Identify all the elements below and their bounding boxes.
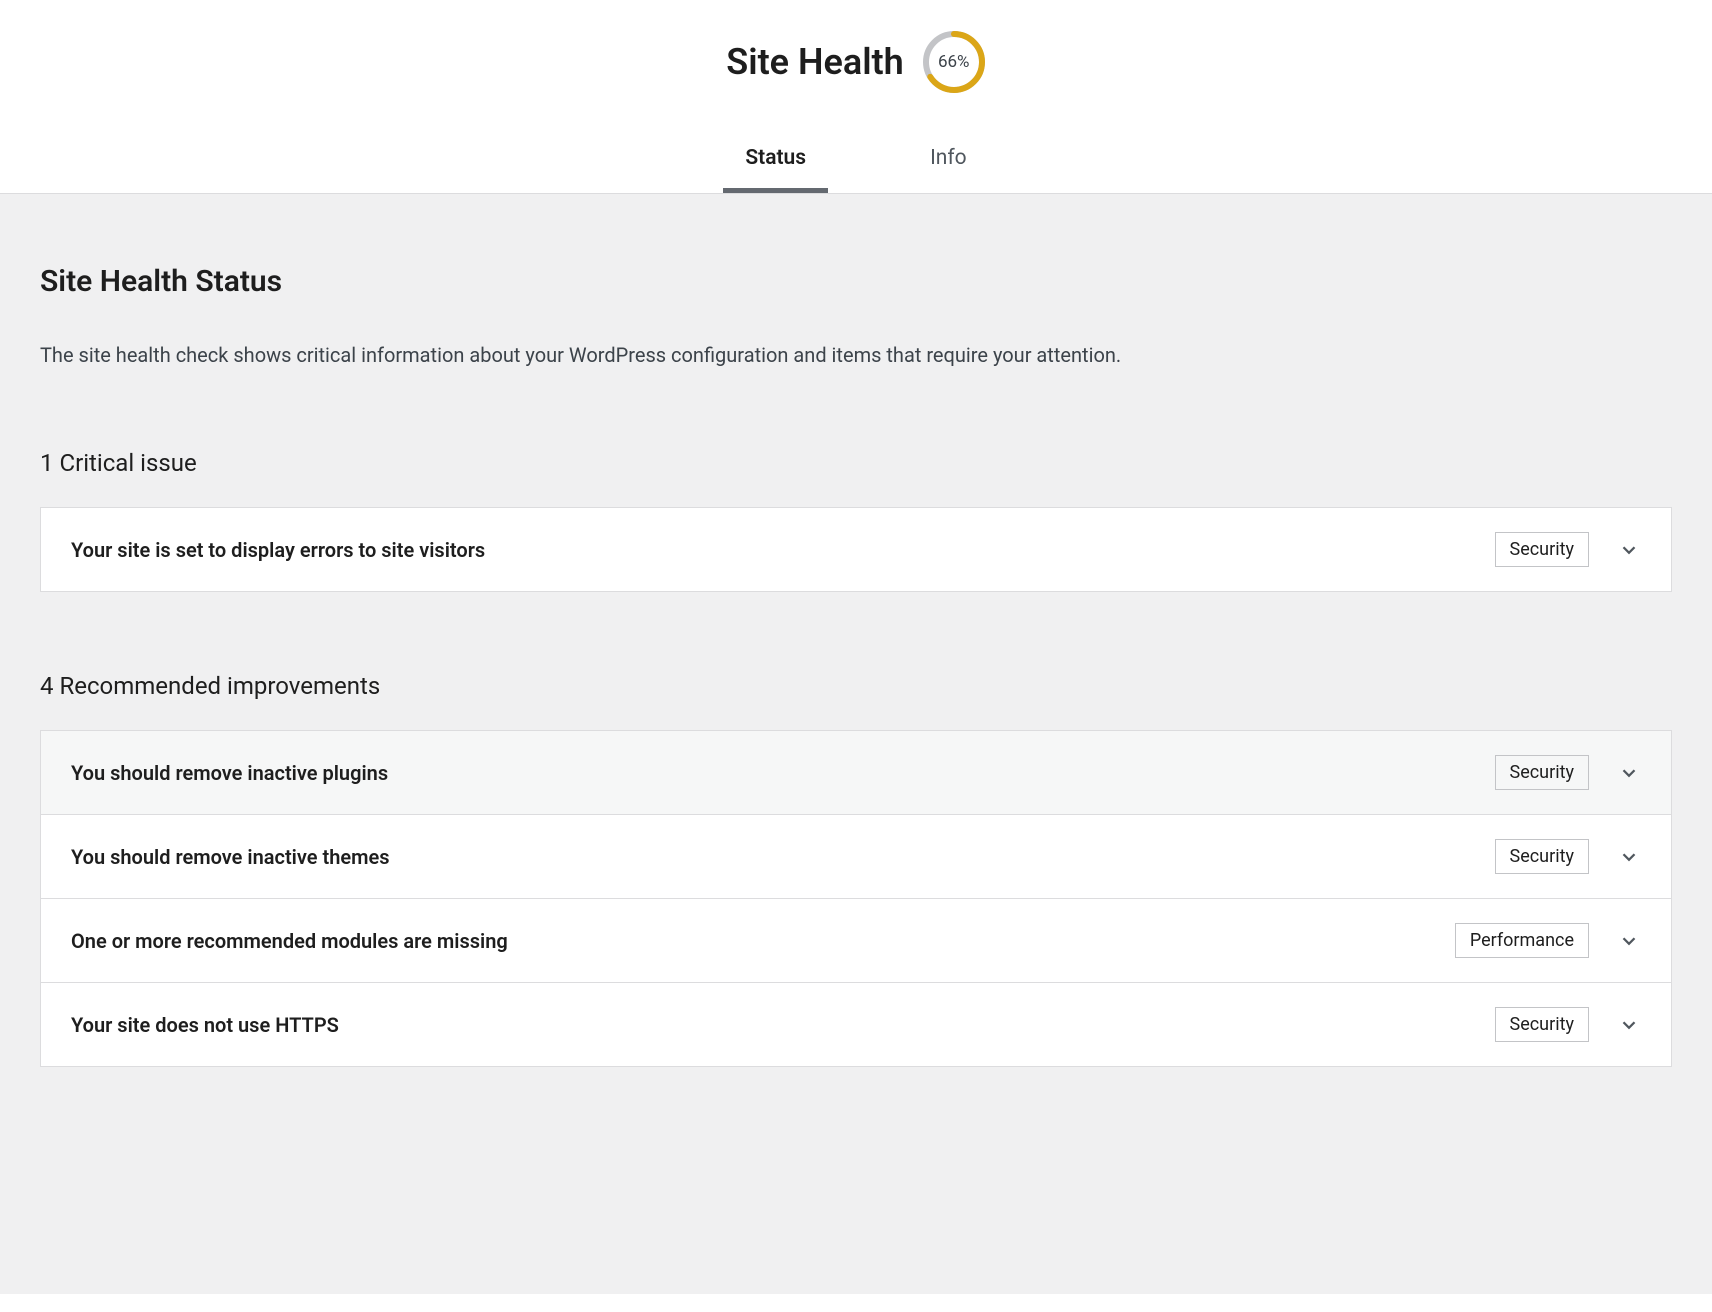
accordion-item-title: Your site does not use HTTPS [71, 1013, 339, 1037]
recommended-heading: 4 Recommended improvements [40, 672, 1672, 700]
status-heading: Site Health Status [40, 264, 1672, 299]
title-row: Site Health 66% [0, 30, 1712, 132]
accordion-item-critical-0[interactable]: Your site is set to display errors to si… [41, 508, 1671, 591]
accordion-item-recommended-1[interactable]: You should remove inactive themes Securi… [41, 815, 1671, 899]
category-badge: Security [1495, 839, 1589, 874]
critical-heading: 1 Critical issue [40, 449, 1672, 477]
accordion-item-title: One or more recommended modules are miss… [71, 929, 508, 953]
tabs: Status Info [0, 132, 1712, 193]
health-progress-ring: 66% [922, 30, 986, 94]
tab-status[interactable]: Status [723, 132, 828, 193]
chevron-down-icon [1617, 1013, 1641, 1037]
accordion-item-right: Security [1495, 839, 1641, 874]
tab-info[interactable]: Info [908, 132, 989, 193]
status-intro: The site health check shows critical inf… [40, 341, 1672, 369]
accordion-item-recommended-3[interactable]: Your site does not use HTTPS Security [41, 983, 1671, 1066]
chevron-down-icon [1617, 929, 1641, 953]
accordion-item-right: Security [1495, 1007, 1641, 1042]
accordion-item-title: You should remove inactive themes [71, 845, 390, 869]
chevron-down-icon [1617, 538, 1641, 562]
critical-accordion: Your site is set to display errors to si… [40, 507, 1672, 592]
progress-percentage-label: 66% [938, 52, 970, 72]
category-badge: Security [1495, 755, 1589, 790]
accordion-item-recommended-2[interactable]: One or more recommended modules are miss… [41, 899, 1671, 983]
page-title: Site Health [726, 41, 903, 83]
category-badge: Performance [1455, 923, 1589, 958]
accordion-item-title: Your site is set to display errors to si… [71, 538, 485, 562]
accordion-item-right: Performance [1455, 923, 1641, 958]
recommended-accordion: You should remove inactive plugins Secur… [40, 730, 1672, 1067]
accordion-item-recommended-0[interactable]: You should remove inactive plugins Secur… [41, 731, 1671, 815]
accordion-item-right: Security [1495, 532, 1641, 567]
chevron-down-icon [1617, 761, 1641, 785]
accordion-item-title: You should remove inactive plugins [71, 761, 388, 785]
content-area: Site Health Status The site health check… [0, 194, 1712, 1294]
accordion-item-right: Security [1495, 755, 1641, 790]
chevron-down-icon [1617, 845, 1641, 869]
header-section: Site Health 66% Status Info [0, 0, 1712, 194]
category-badge: Security [1495, 532, 1589, 567]
category-badge: Security [1495, 1007, 1589, 1042]
